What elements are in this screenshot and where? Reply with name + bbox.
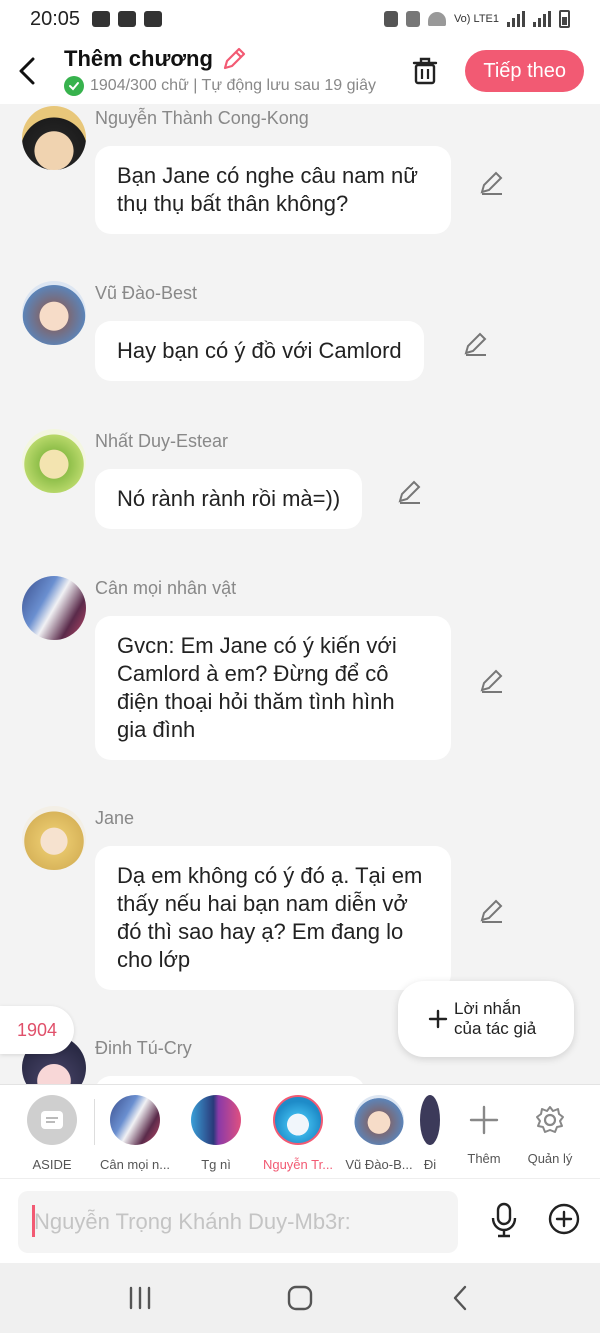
- edit-message-icon[interactable]: [476, 168, 506, 198]
- edit-message-icon[interactable]: [476, 896, 506, 926]
- delete-button[interactable]: [397, 43, 453, 99]
- plus-circle-icon: [548, 1203, 580, 1235]
- avatar: [354, 1095, 404, 1145]
- microphone-icon: [491, 1202, 517, 1238]
- character-label: ASIDE: [32, 1157, 72, 1172]
- page-title: Thêm chương: [64, 46, 213, 71]
- saved-check-icon: [64, 76, 84, 96]
- text-caret: [32, 1205, 35, 1237]
- character-item[interactable]: Đi: [420, 1095, 440, 1172]
- character-item[interactable]: Tg nì: [176, 1095, 256, 1172]
- avatar: [420, 1095, 440, 1145]
- home-button[interactable]: [270, 1273, 330, 1323]
- wifi-icon: [427, 12, 446, 26]
- character-label: Tg nì: [201, 1157, 231, 1172]
- character-bar: ASIDE Cân mọi n... Tg nì Nguyễn Tr... Vũ…: [0, 1084, 600, 1178]
- recent-apps-icon: [129, 1286, 151, 1310]
- system-nav-bar: [0, 1263, 600, 1333]
- character-label: Đi: [423, 1157, 437, 1172]
- recent-apps-button[interactable]: [110, 1273, 170, 1323]
- character-label: Vũ Đào-B...: [345, 1157, 413, 1172]
- avatar: [273, 1095, 323, 1145]
- manage-characters-button[interactable]: Quản lý: [510, 1095, 590, 1166]
- status-time: 20:05: [30, 7, 81, 30]
- back-icon: [453, 1285, 467, 1311]
- avatar: [110, 1095, 160, 1145]
- signal-icon-2: [533, 11, 551, 27]
- plus-icon: [469, 1105, 499, 1135]
- edit-message-icon[interactable]: [476, 666, 506, 696]
- avatar: [191, 1095, 241, 1145]
- speaker-name: Vũ Đào-Best: [95, 283, 198, 303]
- avatar[interactable]: [22, 429, 86, 493]
- recycle-icon: [383, 11, 398, 27]
- voice-button[interactable]: [484, 1197, 524, 1243]
- avatar[interactable]: [22, 106, 86, 170]
- back-button[interactable]: [0, 38, 54, 104]
- status-bar: 20:05 Vo) LTE1: [0, 0, 600, 38]
- message-bubble[interactable]: Bạn Jane có nghe câu nam nữ thụ thụ bất …: [95, 146, 451, 234]
- message-bubble[interactable]: Nó rành rành rồi mà=)): [95, 469, 363, 529]
- manage-label: Quản lý: [527, 1151, 573, 1166]
- speaker-name: Jane: [95, 808, 135, 828]
- character-label: Nguyễn Tr...: [262, 1157, 334, 1172]
- character-item[interactable]: Cân mọi n...: [95, 1095, 175, 1172]
- mute-icon: [405, 11, 420, 27]
- word-count-status: 1904/300 chữ | Tự động lưu sau 19 giây: [90, 77, 376, 94]
- message-bubble[interactable]: Dạ em không có ý đó ạ. Tại em thấy nếu h…: [95, 846, 451, 990]
- gear-icon: [536, 1106, 564, 1133]
- speaker-name: Cân mọi nhân vật: [95, 578, 237, 598]
- header: Thêm chương 1904/300 chữ | Tự động lưu s…: [0, 38, 600, 104]
- author-note-line2: của tác giả: [454, 1019, 537, 1038]
- app-notification-icon: [144, 11, 163, 27]
- input-bar: [0, 1178, 600, 1263]
- character-item-active[interactable]: Nguyễn Tr...: [258, 1095, 338, 1172]
- edit-title-icon[interactable]: [221, 46, 247, 72]
- youtube-icon: [118, 11, 137, 27]
- character-aside[interactable]: ASIDE: [12, 1095, 92, 1172]
- character-label: Cân mọi n...: [99, 1157, 171, 1172]
- edit-message-icon[interactable]: [394, 477, 424, 507]
- chat-area[interactable]: Nguyễn Thành Cong-Kong Bạn Jane có nghe …: [0, 104, 600, 1084]
- back-nav-button[interactable]: [430, 1273, 490, 1323]
- message-bubble[interactable]: [95, 1076, 365, 1084]
- speaker-name: Nguyễn Thành Cong-Kong: [95, 108, 309, 128]
- speaker-name: Nhất Duy-Estear: [95, 431, 229, 451]
- note-icon: [41, 1111, 63, 1129]
- plus-icon: [428, 1009, 448, 1029]
- home-icon: [287, 1285, 313, 1311]
- avatar[interactable]: [22, 806, 86, 870]
- message-bubble[interactable]: Hay bạn có ý đồ với Camlord: [95, 321, 424, 381]
- edit-message-icon[interactable]: [460, 329, 490, 359]
- signal-icon: [507, 11, 525, 27]
- gallery-icon: [92, 11, 111, 27]
- character-item[interactable]: Vũ Đào-B...: [339, 1095, 419, 1172]
- chevron-left-icon: [19, 57, 35, 85]
- avatar[interactable]: [22, 281, 86, 345]
- aside-avatar: [27, 1095, 77, 1145]
- message-input[interactable]: [18, 1191, 458, 1253]
- author-note-line1: Lời nhắn: [454, 999, 521, 1018]
- next-button[interactable]: Tiếp theo: [465, 50, 584, 92]
- speaker-name: Đinh Tú-Cry: [95, 1038, 192, 1058]
- more-options-button[interactable]: [544, 1199, 584, 1239]
- author-note-button[interactable]: Lời nhắn của tác giả: [398, 981, 574, 1057]
- avatar[interactable]: [22, 576, 86, 640]
- word-count-badge[interactable]: 1904: [0, 1006, 74, 1054]
- trash-icon: [413, 57, 438, 85]
- message-bubble[interactable]: Gvcn: Em Jane có ý kiến với Camlord à em…: [95, 616, 451, 760]
- network-label: Vo) LTE1: [453, 13, 499, 25]
- battery-icon: [559, 10, 570, 28]
